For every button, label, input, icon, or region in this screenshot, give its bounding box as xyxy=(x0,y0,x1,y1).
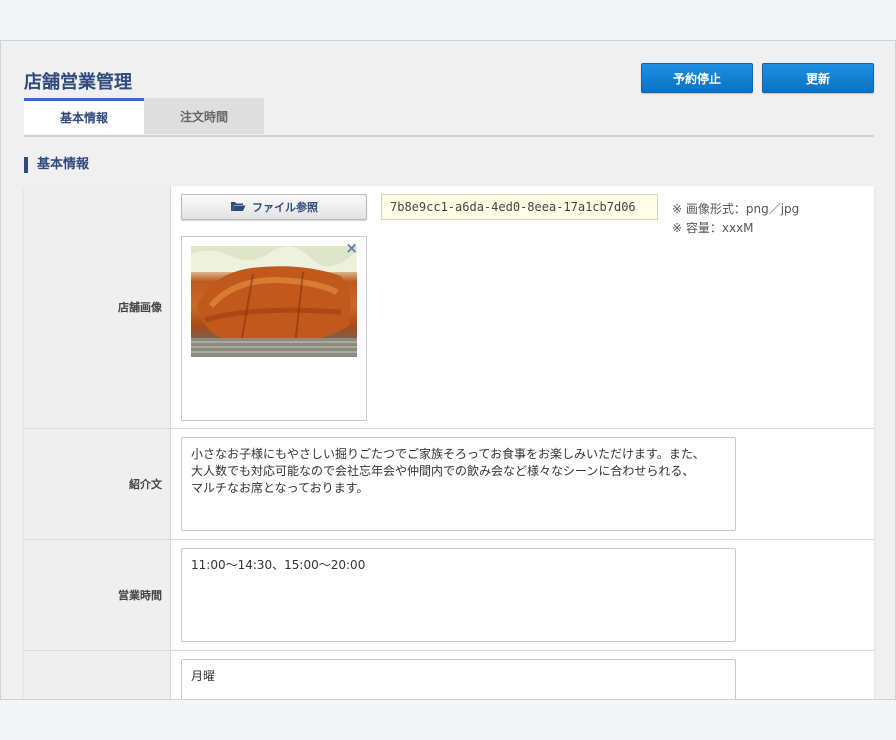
remove-image-icon[interactable]: × xyxy=(345,241,358,256)
intro-row: 紹介文 小さなお子様にもやさしい掘りごたつでご家族そろってお食事をお楽しみいただ… xyxy=(24,429,874,540)
store-photo xyxy=(191,246,357,357)
intro-textarea[interactable]: 小さなお子様にもやさしい掘りごたつでご家族そろってお食事をお楽しみいただけます。… xyxy=(181,437,736,531)
tab-basic-info[interactable]: 基本情報 xyxy=(24,98,144,134)
business-hours-label: 営業時間 xyxy=(24,540,171,650)
file-browse-button[interactable]: ファイル参照 xyxy=(181,194,367,220)
image-preview: × xyxy=(181,236,367,421)
holiday-row: 月曜 xyxy=(24,651,874,699)
intro-label: 紹介文 xyxy=(24,429,171,539)
section-title: 基本情報 xyxy=(24,157,89,173)
store-image-label: 店舗画像 xyxy=(24,186,171,428)
holiday-label xyxy=(24,651,171,699)
suspend-reservation-button[interactable]: 予約停止 xyxy=(641,63,753,93)
business-hours-textarea[interactable]: 11:00〜14:30、15:00〜20:00 xyxy=(181,548,736,642)
image-format-note: ※ 画像形式：png／jpg xyxy=(672,202,800,216)
file-browse-label: ファイル参照 xyxy=(252,201,318,214)
tab-bar: 基本情報 注文時間 xyxy=(24,98,874,137)
holiday-textarea[interactable]: 月曜 xyxy=(181,659,736,699)
store-image-row: 店舗画像 ファイル参照 7b8e9cc1-a6da-4ed0-8eea-17a1… xyxy=(24,186,874,429)
main-panel: 店舗営業管理 予約停止 更新 基本情報 注文時間 基本情報 店舗画像 ファイル参… xyxy=(0,40,896,700)
file-name-field: 7b8e9cc1-a6da-4ed0-8eea-17a1cb7d06 xyxy=(381,194,658,220)
business-hours-row: 営業時間 11:00〜14:30、15:00〜20:00 xyxy=(24,540,874,651)
basic-info-form: 店舗画像 ファイル参照 7b8e9cc1-a6da-4ed0-8eea-17a1… xyxy=(24,186,874,699)
update-button[interactable]: 更新 xyxy=(762,63,874,93)
folder-open-icon xyxy=(230,200,246,215)
page-title: 店舗営業管理 xyxy=(24,72,132,93)
image-size-note: ※ 容量：xxxM xyxy=(672,221,754,235)
tab-order-time[interactable]: 注文時間 xyxy=(144,98,264,134)
